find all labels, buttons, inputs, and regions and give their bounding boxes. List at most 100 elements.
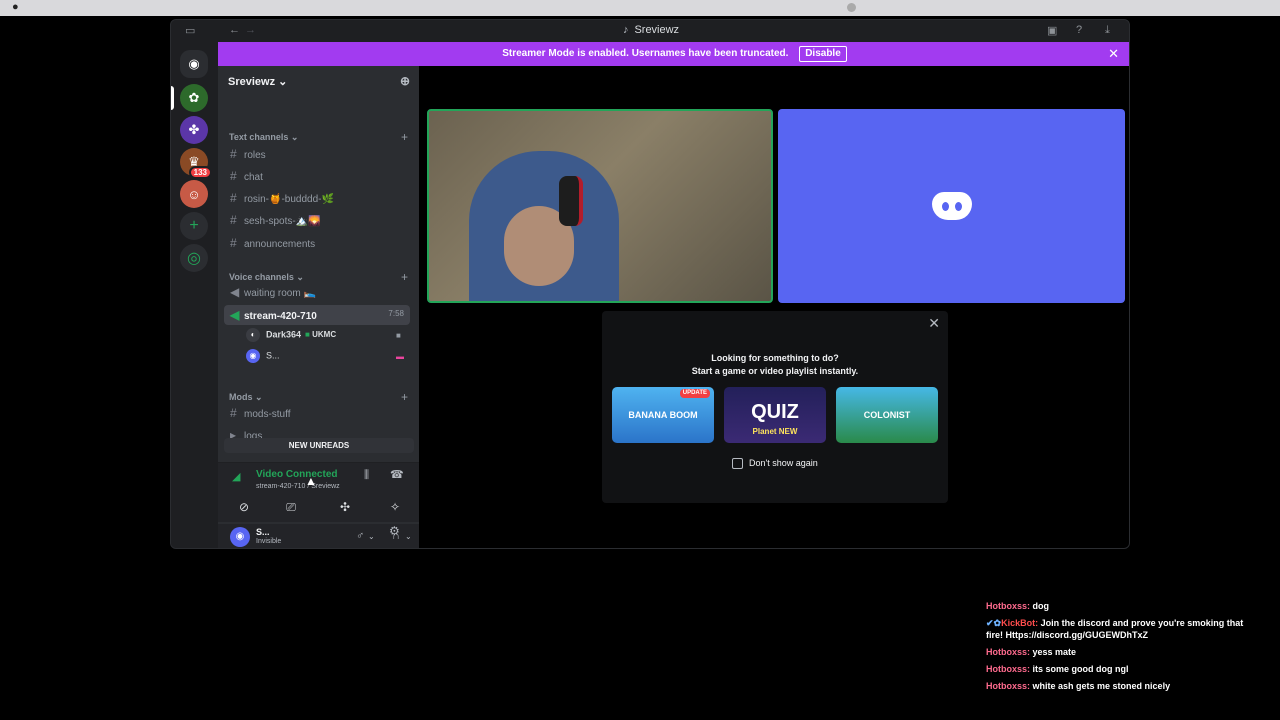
dont-show-checkbox[interactable] — [732, 458, 743, 470]
channel-sesh-spots[interactable]: # sesh-spots-🏔️🌄 — [224, 210, 410, 230]
category-mods[interactable]: Mods ⌄ + — [229, 390, 408, 404]
voice-channel-stream[interactable]: ◀ stream-420-710 7:58 — [224, 305, 410, 325]
direct-messages-icon[interactable]: ◉ — [180, 50, 208, 78]
game-subtitle: Planet NEW — [752, 427, 798, 436]
channel-roles[interactable]: # roles — [224, 144, 410, 164]
chat-text: white ash gets me stoned nicely — [1032, 681, 1171, 691]
disconnect-icon[interactable]: ☎ — [390, 468, 404, 481]
close-icon[interactable]: ✕ — [928, 315, 940, 332]
chat-user: KickBot: — [1001, 618, 1039, 628]
live-icon: ▬ — [396, 352, 404, 361]
menu-bar: ● — [0, 0, 1280, 16]
activities-icon[interactable]: ✣ — [323, 496, 367, 518]
user-avatar[interactable]: ◉ — [230, 527, 250, 547]
microphone-icon[interactable]: ♂ — [356, 530, 364, 542]
dont-show-again[interactable]: Don't show again — [732, 458, 818, 470]
game-card-quiz[interactable]: QUIZ Planet NEW — [724, 387, 826, 443]
hash-icon: # — [230, 406, 237, 420]
chat-text: yess mate — [1032, 647, 1077, 657]
category-text[interactable]: Text channels ⌄ + — [229, 130, 408, 144]
help-icon[interactable]: ? — [1076, 24, 1082, 36]
chevron-down-icon[interactable]: ⌄ — [368, 532, 375, 541]
speaker-icon: ♪ — [622, 24, 629, 36]
status-dot-icon — [847, 3, 856, 12]
title-bar: ▭ ← → ♪ Sreviewz ▣ ? ⤓ — [171, 20, 1129, 42]
voice-channel-waiting[interactable]: ◀ waiting room 🛌 — [224, 282, 410, 302]
guild-name: Sreviewz — [228, 76, 276, 88]
voice-user-tag: UKMC — [312, 330, 337, 340]
server-orange-icon[interactable]: ♛ 133 — [180, 148, 212, 179]
chat-user: Hotboxss: — [986, 681, 1031, 691]
chevron-down-icon: ⌄ — [278, 76, 288, 88]
invite-icon[interactable]: ⊕ — [400, 74, 410, 88]
chevron-down-icon[interactable]: ⌄ — [405, 532, 412, 541]
voice-user-name: S... — [266, 350, 280, 361]
server-leaf-icon[interactable]: ✤ — [180, 116, 208, 144]
hash-icon: # — [230, 191, 237, 205]
explore-icon[interactable]: ◎ — [180, 244, 208, 272]
disable-button[interactable]: Disable — [799, 46, 847, 62]
banner-close-icon[interactable]: ✕ — [1108, 42, 1119, 66]
connection-status[interactable]: Video Connected — [256, 469, 338, 480]
channel-label: rosin-🍯-budddd-🌿 — [244, 194, 334, 205]
channel-label: roles — [244, 150, 266, 161]
channel-announcements[interactable]: # announcements — [224, 233, 410, 253]
noise-suppression-icon[interactable]: ⫼ — [364, 469, 369, 482]
hash-icon: # — [230, 236, 237, 250]
channel-chat[interactable]: # chat — [224, 166, 410, 186]
soundboard-icon[interactable]: ✧ — [373, 496, 417, 518]
webcam-tile[interactable] — [427, 109, 773, 303]
channel-label: sesh-spots-🏔️🌄 — [244, 216, 321, 227]
voice-user-s[interactable]: ◉ S... — [246, 349, 280, 367]
server-green-icon[interactable]: ✿ — [180, 84, 208, 112]
create-channel-icon[interactable]: + — [401, 390, 408, 404]
chat-message: Hotboxss: dog — [986, 600, 1256, 612]
speaker-icon: ◀ — [230, 308, 240, 322]
hash-icon: # — [230, 147, 237, 161]
chat-message: Hotboxss: its some good dog ngl — [986, 663, 1256, 675]
guild-header[interactable]: Sreviewz ⌄ ⊕ — [218, 66, 419, 98]
chat-user: Hotboxss: — [986, 664, 1031, 674]
inbox-icon[interactable]: ▣ — [1047, 24, 1057, 37]
stream-timer: 7:58 — [388, 309, 404, 318]
activity-suggestion-panel: ✕ Looking for something to do? Start a g… — [602, 311, 948, 503]
stream-chat: Hotboxss: dog ✔✿KickBot: Join the discor… — [986, 600, 1256, 697]
new-unreads-bar[interactable]: NEW UNREADS — [224, 438, 414, 453]
chat-message: Hotboxss: yess mate — [986, 646, 1256, 658]
voice-user-dark364[interactable]: ◐ Dark364 ■ UKMC — [246, 328, 336, 346]
add-server-icon[interactable]: + — [180, 212, 208, 240]
chat-text: its some good dog ngl — [1032, 664, 1129, 674]
hash-icon: # — [230, 213, 237, 227]
channel-label: waiting room 🛌 — [244, 288, 316, 299]
rtc-buttons: ⊘ ⎚ ✣ ✧ — [218, 492, 419, 522]
user-name[interactable]: S... — [256, 527, 270, 537]
channel-rosin[interactable]: # rosin-🍯-budddd-🌿 — [224, 188, 410, 208]
download-icon[interactable]: ⤓ — [1105, 24, 1110, 37]
channel-mods-stuff[interactable]: # mods-stuff — [224, 403, 410, 423]
mention-badge: 133 — [188, 166, 212, 179]
settings-icon[interactable]: ⚙ — [389, 524, 400, 538]
call-stage: ✕ Looking for something to do? Start a g… — [419, 66, 1129, 548]
chat-user: Hotboxss: — [986, 601, 1031, 611]
category-label: Mods — [229, 392, 253, 402]
game-card-colonist[interactable]: COLONIST — [836, 387, 938, 443]
activity-subtitle: Start a game or video playlist instantly… — [691, 366, 859, 376]
server-face-icon[interactable]: ☺ — [180, 180, 208, 208]
channel-sidebar: Sreviewz ⌄ ⊕ Text channels ⌄ + # roles # c… — [218, 66, 419, 548]
dont-show-label: Don't show again — [749, 458, 818, 468]
connection-channel[interactable]: stream-420-710 / Sreviewz — [256, 483, 340, 490]
game-card-banana[interactable]: BANANA BOOM UPDATE — [612, 387, 714, 443]
chat-message: Hotboxss: white ash gets me stoned nicel… — [986, 680, 1256, 692]
create-channel-icon[interactable]: + — [401, 130, 408, 144]
activity-title: Looking for something to do? — [711, 353, 839, 363]
apple-icon[interactable]: ● — [12, 1, 19, 13]
camera-off-icon[interactable]: ⊘ — [222, 496, 266, 518]
avatar-tile[interactable] — [778, 109, 1125, 303]
screen-share-icon[interactable]: ⎚ — [269, 496, 313, 518]
signal-icon[interactable]: ◢ — [232, 470, 240, 483]
server-pill — [171, 86, 174, 110]
game-title: BANANA BOOM — [628, 410, 698, 420]
speaker-icon: ◀ — [230, 285, 240, 299]
channel-logs[interactable]: ▸ logs — [224, 425, 410, 439]
window-title-text: Sreviewz — [634, 24, 680, 36]
